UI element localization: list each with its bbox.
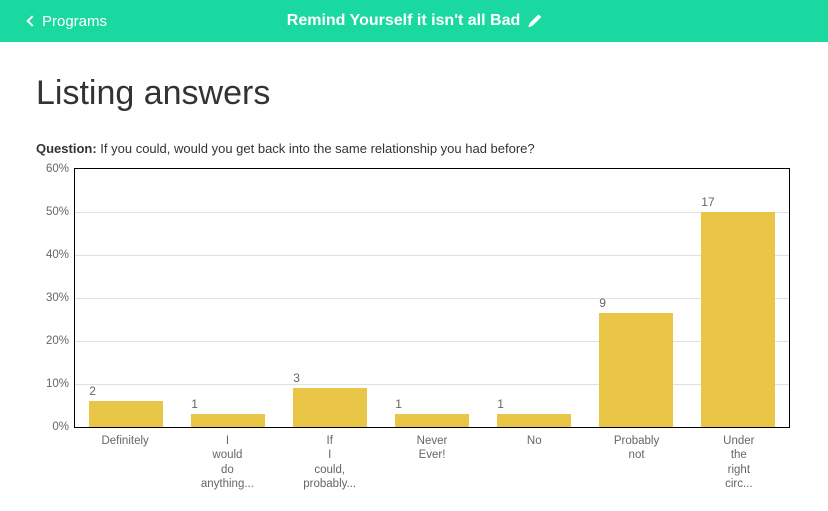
bar-slot: 1 <box>177 169 279 427</box>
bar: 1 <box>395 414 468 427</box>
x-tick-label: No <box>483 434 585 492</box>
question-line: Question: If you could, would you get ba… <box>36 141 792 156</box>
y-tick-label: 20% <box>35 335 69 347</box>
header-title: Remind Yourself it isn't all Bad <box>287 12 520 30</box>
y-tick-label: 30% <box>35 292 69 304</box>
x-tick-label: Undertherightcirc... <box>688 434 790 492</box>
bar-slot: 9 <box>585 169 687 427</box>
chart-plot-area: 0%10%20%30%40%50%60% 21311917 <box>74 168 790 428</box>
y-tick-label: 10% <box>35 378 69 390</box>
bar-value-label: 1 <box>497 397 504 411</box>
x-tick-label: Iwoulddoanything... <box>176 434 278 492</box>
bar: 1 <box>497 414 570 427</box>
bar-slot: 3 <box>279 169 381 427</box>
x-tick-label: Definitely <box>74 434 176 492</box>
x-axis-labels: DefinitelyIwoulddoanything...IfIcould,pr… <box>74 434 790 492</box>
question-text: If you could, would you get back into th… <box>100 141 534 156</box>
back-link[interactable]: Programs <box>28 13 107 30</box>
y-tick-label: 60% <box>35 163 69 175</box>
back-label: Programs <box>42 13 107 30</box>
bar-value-label: 17 <box>701 195 714 209</box>
x-tick-label: NeverEver! <box>381 434 483 492</box>
pencil-icon[interactable] <box>528 14 542 28</box>
bar: 17 <box>701 212 774 427</box>
x-tick-label: Probablynot <box>585 434 687 492</box>
bar: 9 <box>599 313 672 427</box>
header-title-wrap: Remind Yourself it isn't all Bad <box>107 12 722 30</box>
app-header: Programs Remind Yourself it isn't all Ba… <box>0 0 828 42</box>
bar-value-label: 1 <box>191 397 198 411</box>
bar-value-label: 1 <box>395 397 402 411</box>
y-tick-label: 0% <box>35 421 69 433</box>
bar-slot: 2 <box>75 169 177 427</box>
bar-value-label: 2 <box>89 384 96 398</box>
bar-slot: 1 <box>381 169 483 427</box>
y-tick-label: 40% <box>35 249 69 261</box>
bar-value-label: 3 <box>293 371 300 385</box>
bar-value-label: 9 <box>599 296 606 310</box>
bar: 2 <box>89 401 162 427</box>
x-tick-label: IfIcould,probably... <box>279 434 381 492</box>
question-prefix: Question: <box>36 141 97 156</box>
y-tick-label: 50% <box>35 206 69 218</box>
bars-container: 2 1 3 1 1 9 17 <box>75 169 789 427</box>
page-heading: Listing answers <box>36 74 792 113</box>
bar-slot: 17 <box>687 169 789 427</box>
content-area: Listing answers Question: If you could, … <box>0 42 828 492</box>
bar-slot: 1 <box>483 169 585 427</box>
bar: 3 <box>293 388 366 427</box>
chevron-left-icon <box>26 15 37 26</box>
bar: 1 <box>191 414 264 427</box>
